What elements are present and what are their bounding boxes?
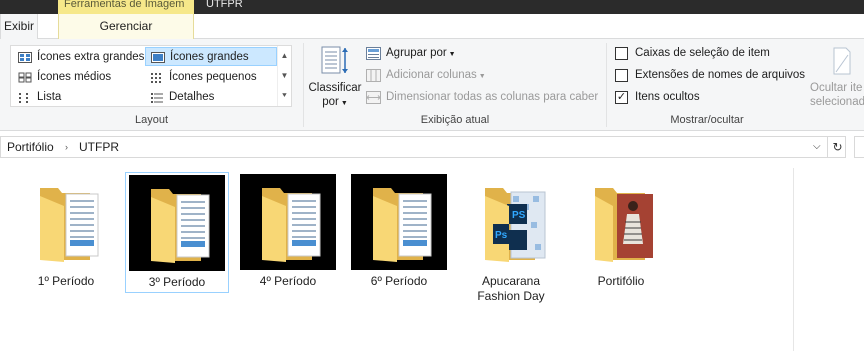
file-name: Apucarana Fashion Day [477,274,545,303]
group-by-button[interactable]: Agrupar por ▼ [366,44,456,63]
layout-gallery-scroll[interactable]: ▲ ▼ ⯆ [277,46,291,106]
ribbon: Ícones extra grandes Ícones grandes Ícon… [0,39,864,131]
layout-gallery: Ícones extra grandes Ícones grandes Ícon… [10,45,292,107]
small-icons-icon [151,73,161,83]
layout-item-label: Ícones grandes [170,51,249,63]
file-extensions-toggle[interactable]: Extensões de nomes de arquivos [615,66,805,85]
layout-item-label: Ícones médios [37,71,112,83]
window-title: UTFPR [206,0,243,10]
layout-item-label: Ícones extra grandes [37,51,145,63]
ribbon-tab-bar: Exibir Gerenciar [0,14,864,40]
svg-text:PS: PS [512,210,526,221]
hide-selected-button[interactable]: Ocultar ite selecionad [806,45,864,109]
sort-by-label-line1: Classificar [308,82,362,94]
folder-icon [351,174,447,270]
item-checkboxes-label: Caixas de seleção de item [635,47,770,59]
add-columns-label: Adicionar colunas [386,69,477,81]
sort-by-button[interactable]: Classificar por ▼ [306,45,364,111]
group-by-label: Agrupar por [386,47,447,59]
search-box[interactable] [854,136,864,158]
address-bar[interactable]: Portifólio › UTFPR ⌵ ↻ [0,136,846,158]
chevron-right-icon[interactable]: › [65,137,68,157]
file-extensions-label: Extensões de nomes de arquivos [635,69,806,81]
hide-selected-icon [833,47,851,75]
add-columns-button[interactable]: Adicionar colunas ▼ [366,66,486,85]
sort-by-icon [321,46,348,74]
file-name: 6º Período [370,274,428,288]
folder-icon [129,175,225,271]
contextual-tab-header[interactable]: Ferramentas de Imagem [58,0,194,14]
layout-small-icons[interactable]: Ícones pequenos [145,68,277,87]
layout-list[interactable]: Lista [13,88,145,107]
size-columns-button[interactable]: Dimensionar todas as colunas para caber [366,88,598,107]
folder-photoshop-icon: PS Ps [463,174,559,270]
sort-by-label-line2: por [322,96,339,108]
hidden-items-label: Itens ocultos [635,91,700,103]
add-columns-icon [366,69,381,82]
chevron-down-icon[interactable]: ▼ [278,66,291,86]
layout-item-label: Ícones pequenos [169,71,257,83]
item-checkboxes-toggle[interactable]: Caixas de seleção de item [615,44,770,63]
breadcrumb-utfpr[interactable]: UTFPR [79,137,119,157]
size-columns-label: Dimensionar todas as colunas para caber [386,91,599,103]
breadcrumb-portifolio[interactable]: Portifólio [7,137,54,157]
group-label-layout: Layout [134,114,169,126]
layout-medium-icons[interactable]: Ícones médios [13,68,145,87]
file-extensions-checkbox[interactable] [615,69,628,82]
hide-selected-label-line2: selecionad [810,96,864,108]
file-item[interactable]: 6º Período [347,172,451,291]
folder-icon [18,174,114,270]
pane-divider[interactable] [793,168,794,351]
dropdown-arrow-icon: ▼ [446,51,456,58]
file-name: 1º Período [37,274,95,288]
dropdown-arrow-icon: ▼ [338,100,348,107]
list-icon [19,93,28,103]
file-name: Portifólio [597,274,645,288]
file-item[interactable]: PS Ps Apucarana Fashion Day [459,172,563,306]
tab-exibir[interactable]: Exibir [0,14,38,40]
extra-large-icons-icon [18,52,32,63]
layout-item-label: Lista [37,91,62,103]
file-item[interactable]: 1º Período [14,172,118,291]
more-icon[interactable]: ⯆ [278,86,291,106]
hidden-items-toggle[interactable]: ✓ Itens ocultos [615,88,700,107]
layout-item-label: Detalhes [169,91,215,103]
hidden-items-checkbox[interactable]: ✓ [615,91,628,104]
file-name: 3º Período [148,275,206,289]
tab-gerenciar[interactable]: Gerenciar [58,14,194,39]
file-name: 4º Período [259,274,317,288]
group-label-current-view: Exibição atual [420,114,490,126]
layout-extra-large-icons[interactable]: Ícones extra grandes [13,48,145,67]
group-label-show-hide: Mostrar/ocultar [670,114,744,126]
file-item[interactable]: 3º Período [125,172,229,293]
folder-icon [240,174,336,270]
group-by-icon [366,47,381,60]
file-item[interactable]: Portifólio [569,172,673,291]
layout-details[interactable]: Detalhes [145,88,277,107]
dropdown-arrow-icon: ▼ [476,73,486,80]
folder-photo-icon [573,174,669,270]
item-checkboxes-checkbox[interactable] [615,47,628,60]
refresh-icon[interactable]: ↻ [827,137,847,157]
details-icon [151,93,163,103]
medium-icons-icon [18,72,32,83]
hide-selected-label-line1: Ocultar ite [810,82,863,94]
chevron-up-icon[interactable]: ▲ [278,46,291,66]
file-item[interactable]: 4º Período [236,172,340,291]
svg-text:Ps: Ps [495,230,508,241]
size-columns-icon [366,91,381,104]
layout-large-icons[interactable]: Ícones grandes [145,47,277,66]
chevron-down-icon[interactable]: ⌵ [813,137,821,157]
large-icons-icon [151,52,165,63]
